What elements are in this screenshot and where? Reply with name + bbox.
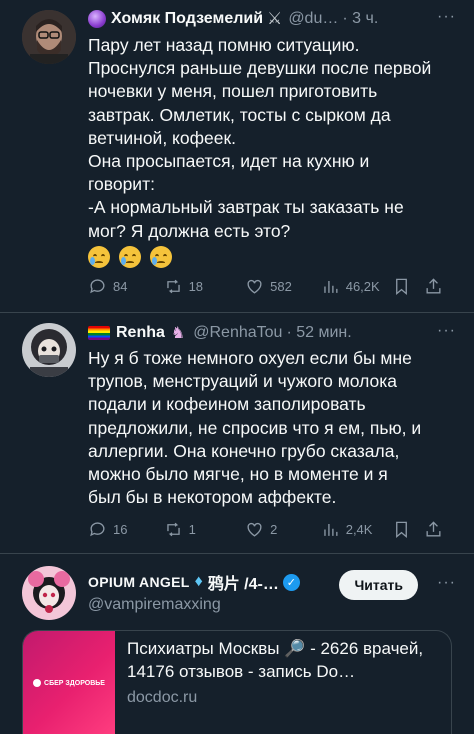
reply-button[interactable]: 84 [88, 277, 164, 296]
reply-icon [90, 278, 105, 293]
bookmark-icon [396, 278, 408, 295]
share-button[interactable] [424, 520, 444, 539]
repost-count: 18 [188, 278, 204, 294]
text-line: Ну я б тоже немного охуел если бы мне [88, 348, 412, 368]
author-name[interactable]: Renha [116, 324, 165, 342]
avatar-image [22, 323, 76, 377]
crying-face-icon [149, 246, 172, 269]
avatar[interactable] [22, 566, 76, 620]
tweet-2[interactable]: Renha ♞ @RenhaTou · 52 мин. ··· Ну я б т… [0, 313, 474, 553]
heart-icon [247, 522, 262, 537]
repost-button[interactable]: 1 [164, 520, 240, 539]
crying-face-icon [88, 246, 110, 269]
reply-button[interactable]: 16 [88, 520, 164, 539]
text-line: Пару лет назад помню ситуацию. [88, 35, 360, 55]
text-line: был бы в некотором аффекте. [88, 487, 337, 508]
views-count: 46,2K [345, 278, 380, 294]
ad-logo-text: СБЕР ЗДОРОВЬЕ [44, 679, 105, 687]
text-line: можно было мягче, но в моменте и я [88, 464, 388, 485]
avatar[interactable] [22, 323, 76, 377]
ad-title[interactable]: Психиатры Москвы 🔎 - 2626 врачей, 14176 … [127, 637, 447, 683]
views-button[interactable]: 46,2K [315, 277, 393, 296]
views-chart-icon [324, 280, 338, 293]
crossed-swords-icon: ⚔ [267, 9, 283, 28]
text-line: подали и кофеином заполировать [88, 394, 366, 415]
author-handle[interactable]: @vampiremaxxing [88, 596, 221, 614]
like-count: 2 [270, 521, 278, 537]
reply-count: 84 [113, 278, 128, 294]
tweet-header: OPIUM ANGEL ♦ 鸦片 /4-… ✓ [88, 569, 334, 595]
unicorn-icon: ♞ [170, 325, 186, 342]
text-line: говорит: [88, 174, 155, 195]
emoji-row [88, 245, 448, 269]
author-name[interactable]: Хомяк Подземелий [111, 10, 263, 28]
text-line: -А нормальный завтрак ты заказать не [88, 197, 404, 218]
reply-icon [90, 521, 105, 536]
like-button[interactable]: 582 [239, 277, 315, 296]
avatar[interactable] [22, 10, 76, 64]
text-line: трупов, менструаций и чужого молока [88, 371, 398, 392]
rainbow-flag-icon [88, 326, 110, 340]
repost-icon [166, 522, 180, 536]
text-line: предложили, не спросив что я ем, пью, и [88, 417, 422, 438]
bookmark-button[interactable] [392, 277, 424, 296]
author-name[interactable]: OPIUM ANGEL [88, 574, 190, 590]
repost-count: 1 [188, 521, 196, 537]
repost-button[interactable]: 18 [164, 277, 240, 296]
action-bar: 84 18 582 46,2K [88, 275, 444, 297]
text-line: мог? Я должна есть это? [88, 220, 291, 241]
author-handle[interactable]: @RenhaTou [193, 324, 282, 342]
author-name-suffix[interactable]: 鸦片 /4-… [208, 570, 279, 594]
views-button[interactable]: 2,4K [315, 520, 393, 539]
crystal-ball-icon [88, 10, 106, 28]
ad-url[interactable]: docdoc.ru [127, 689, 197, 707]
text-line: ночевки у меня, пошел приготовить [88, 81, 378, 102]
tweet-header: Renha ♞ @RenhaTou · 52 мин. [88, 320, 458, 346]
text-line: ветчиной, кофеек. [88, 127, 237, 148]
tweet-time[interactable]: · 3 ч. [342, 10, 378, 28]
sber-health-logo: СБЕР ЗДОРОВЬЕ [33, 679, 105, 687]
repost-icon [166, 279, 180, 293]
tweet-header: Хомяк Подземелий ⚔ @du… · 3 ч. [88, 6, 458, 32]
action-bar: 16 1 2 2,4K [88, 518, 444, 540]
tweet-text: Пару лет назад помню ситуацию. Проснулся… [88, 34, 448, 269]
bookmark-icon [396, 521, 408, 538]
tweet-time[interactable]: · 52 мин. [286, 324, 351, 342]
verified-badge-icon: ✓ [282, 573, 300, 591]
share-button[interactable] [424, 277, 444, 296]
share-icon [426, 277, 441, 294]
views-chart-icon [324, 523, 338, 536]
ad-card[interactable]: СБЕР ЗДОРОВЬЕ Психиатры Москвы 🔎 - 2626 … [22, 630, 452, 734]
like-button[interactable]: 2 [239, 520, 315, 539]
text-line: Она просыпается, идет на кухню и [88, 151, 370, 172]
diamond-icon: ♦ [194, 573, 203, 590]
more-options-icon[interactable]: ··· [437, 8, 456, 26]
crying-face-icon [118, 246, 141, 269]
avatar-image [22, 566, 76, 620]
avatar-image [22, 10, 76, 64]
text-line: Проснулся раньше девушки после первой [88, 58, 432, 79]
follow-button[interactable]: Читать [339, 570, 418, 600]
logo-mark-icon [33, 679, 42, 687]
reply-count: 16 [113, 521, 128, 537]
bookmark-button[interactable] [392, 520, 424, 539]
author-handle[interactable]: @du… [288, 10, 338, 28]
text-line: аллергии. Она конечно грубо сказала, [88, 440, 400, 461]
heart-icon [247, 279, 262, 294]
like-count: 582 [270, 278, 292, 294]
more-options-icon[interactable]: ··· [437, 574, 456, 592]
more-options-icon[interactable]: ··· [437, 322, 456, 340]
views-count: 2,4K [345, 521, 373, 537]
ad-image: СБЕР ЗДОРОВЬЕ [23, 631, 115, 734]
share-icon [426, 520, 441, 537]
text-line: завтрак. Омлетик, тосты с сырком да [88, 104, 391, 125]
tweet-1[interactable]: Хомяк Подземелий ⚔ @du… · 3 ч. ··· Пару … [0, 0, 474, 312]
tweet-text: Ну я б тоже немного охуел если бы мне тр… [88, 347, 448, 509]
